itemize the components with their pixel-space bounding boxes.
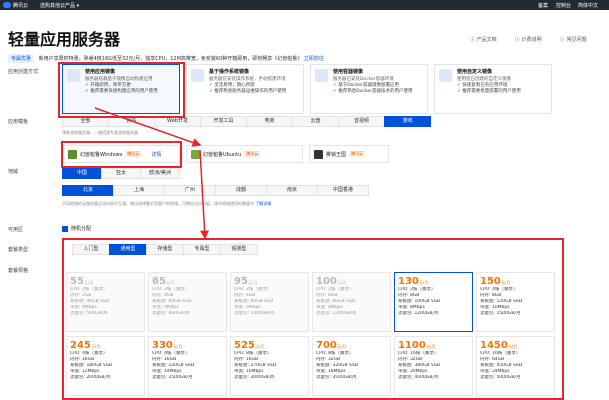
brand-name: 腾讯云 — [13, 3, 29, 9]
top-nav-bar: 腾讯云 选购其他云产品 ▾ 备案 控制台 简体中文 — [0, 0, 609, 10]
annotation-arrows — [94, 107, 210, 240]
nav-beian[interactable]: 备案 — [538, 2, 548, 9]
products-menu[interactable]: 选购其他云产品 ▾ — [40, 2, 79, 9]
main-content: 轻量应用服务器 ⓘ 产品文档 ⓘ 计费说明 ⓘ 常见问题 专属优惠 新用户享限时… — [0, 10, 609, 400]
tencent-cloud-logo-icon — [3, 2, 11, 8]
nav-language[interactable]: 简体中文 — [578, 2, 598, 9]
nav-console[interactable]: 控制台 — [556, 2, 571, 9]
